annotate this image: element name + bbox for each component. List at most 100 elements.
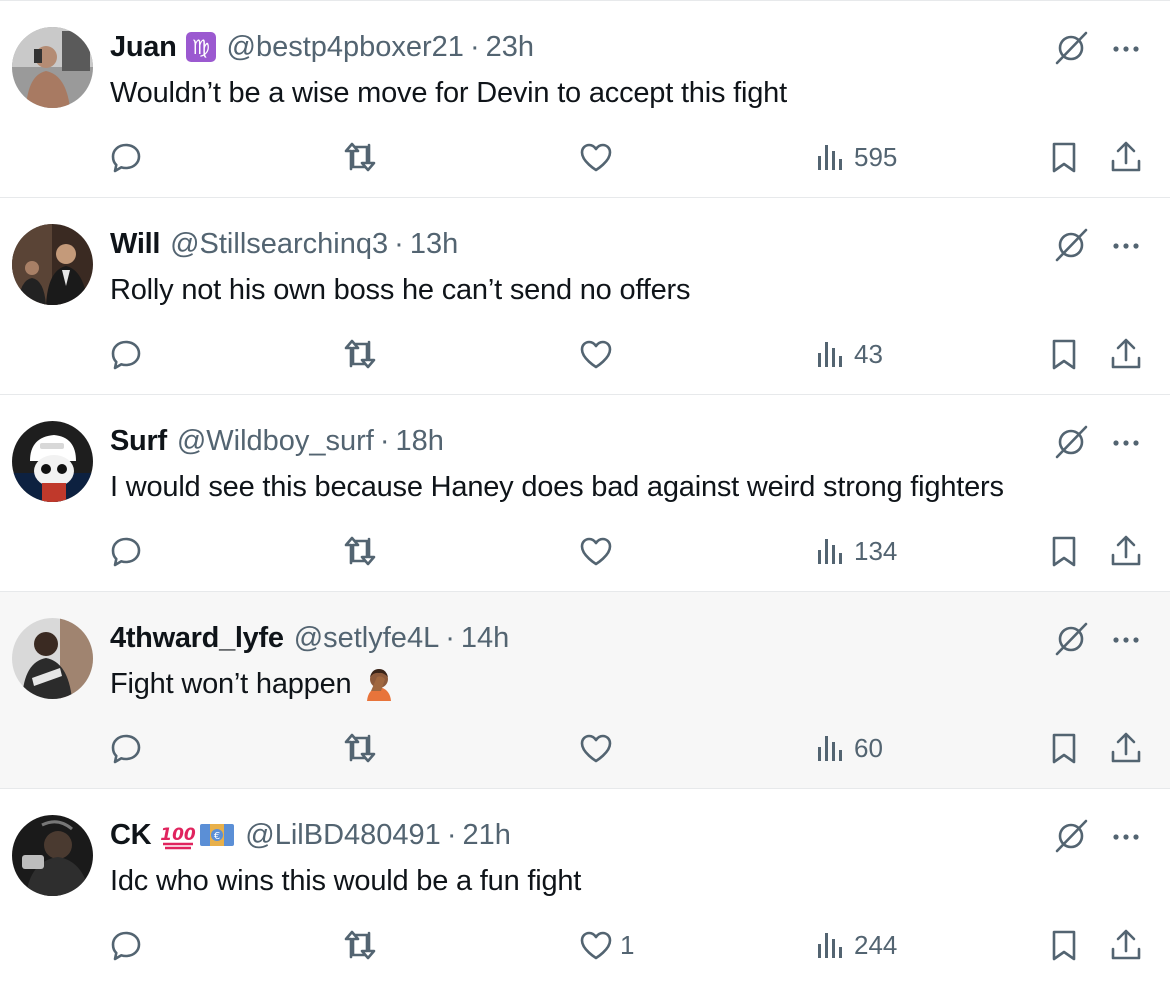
views-icon <box>818 933 842 958</box>
avatar[interactable] <box>12 224 93 305</box>
views-button[interactable]: 60 <box>812 730 883 766</box>
views-button[interactable]: 244 <box>812 927 897 963</box>
tweet-text: Wouldn’t be a wise move for Devin to acc… <box>110 73 787 113</box>
reply-button[interactable] <box>108 730 144 766</box>
grok-icon[interactable] <box>1052 817 1090 855</box>
like-button[interactable] <box>578 139 620 175</box>
views-icon <box>818 342 842 367</box>
tweet-text: Rolly not his own boss he can’t send no … <box>110 270 690 310</box>
avatar[interactable] <box>12 27 93 108</box>
heart-icon <box>580 734 612 763</box>
reply-icon <box>111 340 141 370</box>
like-button[interactable]: 1 <box>578 927 634 963</box>
author-handle[interactable]: @Wildboy_surf <box>177 425 374 458</box>
views-icon <box>818 736 842 761</box>
like-button[interactable] <box>578 336 620 372</box>
heart-icon <box>580 537 612 566</box>
share-button[interactable] <box>1108 533 1144 569</box>
bookmark-button[interactable] <box>1046 336 1082 372</box>
tweet-text-content: I would see this because Haney does bad … <box>110 471 1004 503</box>
author-handle[interactable]: @setlyfe4L <box>294 622 440 655</box>
share-button[interactable] <box>1108 139 1144 175</box>
share-icon <box>1111 338 1141 369</box>
separator: · <box>394 227 404 260</box>
tweet-text-content: Fight won’t happen <box>110 668 352 700</box>
author-name[interactable]: 4thward_lyfe <box>110 622 284 655</box>
bookmark-button[interactable] <box>1046 730 1082 766</box>
tweet-text-content: Rolly not his own boss he can’t send no … <box>110 274 691 306</box>
more-options-icon[interactable] <box>1108 622 1144 658</box>
repost-button[interactable] <box>342 730 378 766</box>
repost-icon <box>344 930 376 960</box>
author-name[interactable]: Surf <box>110 425 167 458</box>
view-count: 43 <box>854 338 883 369</box>
share-icon <box>1111 732 1141 763</box>
author-name[interactable]: CK <box>110 819 152 852</box>
avatar[interactable] <box>12 618 93 699</box>
author-handle[interactable]: @bestp4pboxer21 <box>227 31 464 64</box>
like-button[interactable] <box>578 533 620 569</box>
reply-button[interactable] <box>108 139 144 175</box>
grok-icon[interactable] <box>1052 29 1090 67</box>
repost-icon <box>344 536 376 566</box>
views-button[interactable]: 595 <box>812 139 897 175</box>
action-bar: 1 244 <box>0 921 1170 971</box>
repost-button[interactable] <box>342 139 378 175</box>
repost-button[interactable] <box>342 336 378 372</box>
author-handle[interactable]: @LilBD480491 <box>245 819 441 852</box>
tweet-text: Idc who wins this would be a fun fight <box>110 861 581 901</box>
action-bar: 134 <box>0 527 1170 577</box>
tweet[interactable]: CK 100 € @LilBD480491 · 21h Idc who wins… <box>0 788 1170 985</box>
reply-feed: Juan ♍ @bestp4pboxer21 · 23h Wouldn’t be… <box>0 0 1170 985</box>
more-options-icon[interactable] <box>1108 31 1144 67</box>
grok-icon[interactable] <box>1052 620 1090 658</box>
bookmark-icon <box>1052 536 1076 567</box>
reply-icon <box>111 143 141 173</box>
tweet-text-content: Wouldn’t be a wise move for Devin to acc… <box>110 77 787 109</box>
action-bar: 595 <box>0 133 1170 183</box>
views-icon <box>818 539 842 564</box>
more-options-icon[interactable] <box>1108 425 1144 461</box>
timestamp[interactable]: 18h <box>396 425 444 458</box>
reply-button[interactable] <box>108 927 144 963</box>
share-button[interactable] <box>1108 336 1144 372</box>
share-button[interactable] <box>1108 927 1144 963</box>
author-name[interactable]: Will <box>110 228 160 261</box>
avatar[interactable] <box>12 815 93 896</box>
bookmark-button[interactable] <box>1046 533 1082 569</box>
tweet[interactable]: Juan ♍ @bestp4pboxer21 · 23h Wouldn’t be… <box>0 0 1170 197</box>
like-count: 1 <box>620 929 635 960</box>
views-button[interactable]: 43 <box>812 336 883 372</box>
view-count: 595 <box>854 141 898 172</box>
reply-button[interactable] <box>108 533 144 569</box>
view-count: 134 <box>854 535 898 566</box>
timestamp[interactable]: 23h <box>486 31 534 64</box>
avatar[interactable] <box>12 421 93 502</box>
timestamp[interactable]: 14h <box>461 622 509 655</box>
like-button[interactable] <box>578 730 620 766</box>
reply-icon <box>111 537 141 567</box>
repost-button[interactable] <box>342 927 378 963</box>
author-handle[interactable]: @Stillsearchinq3 <box>170 228 388 261</box>
author-name[interactable]: Juan <box>110 31 177 64</box>
bookmark-button[interactable] <box>1046 139 1082 175</box>
share-button[interactable] <box>1108 730 1144 766</box>
timestamp[interactable]: 13h <box>410 228 458 261</box>
views-button[interactable]: 134 <box>812 533 897 569</box>
more-options-icon[interactable] <box>1108 228 1144 264</box>
bookmark-icon <box>1052 733 1076 764</box>
repost-button[interactable] <box>342 533 378 569</box>
tweet[interactable]: Surf @Wildboy_surf · 18h I would see thi… <box>0 394 1170 591</box>
repost-icon <box>344 142 376 172</box>
share-icon <box>1111 141 1141 172</box>
tweet[interactable]: 4thward_lyfe @setlyfe4L · 14h Fight won’… <box>0 591 1170 788</box>
more-options-icon[interactable] <box>1108 819 1144 855</box>
bookmark-button[interactable] <box>1046 927 1082 963</box>
tweet[interactable]: Will @Stillsearchinq3 · 13h Rolly not hi… <box>0 197 1170 394</box>
separator: · <box>469 30 480 63</box>
grok-icon[interactable] <box>1052 226 1090 264</box>
grok-icon[interactable] <box>1052 423 1090 461</box>
views-icon <box>818 145 842 170</box>
reply-button[interactable] <box>108 336 144 372</box>
timestamp[interactable]: 21h <box>462 819 510 852</box>
